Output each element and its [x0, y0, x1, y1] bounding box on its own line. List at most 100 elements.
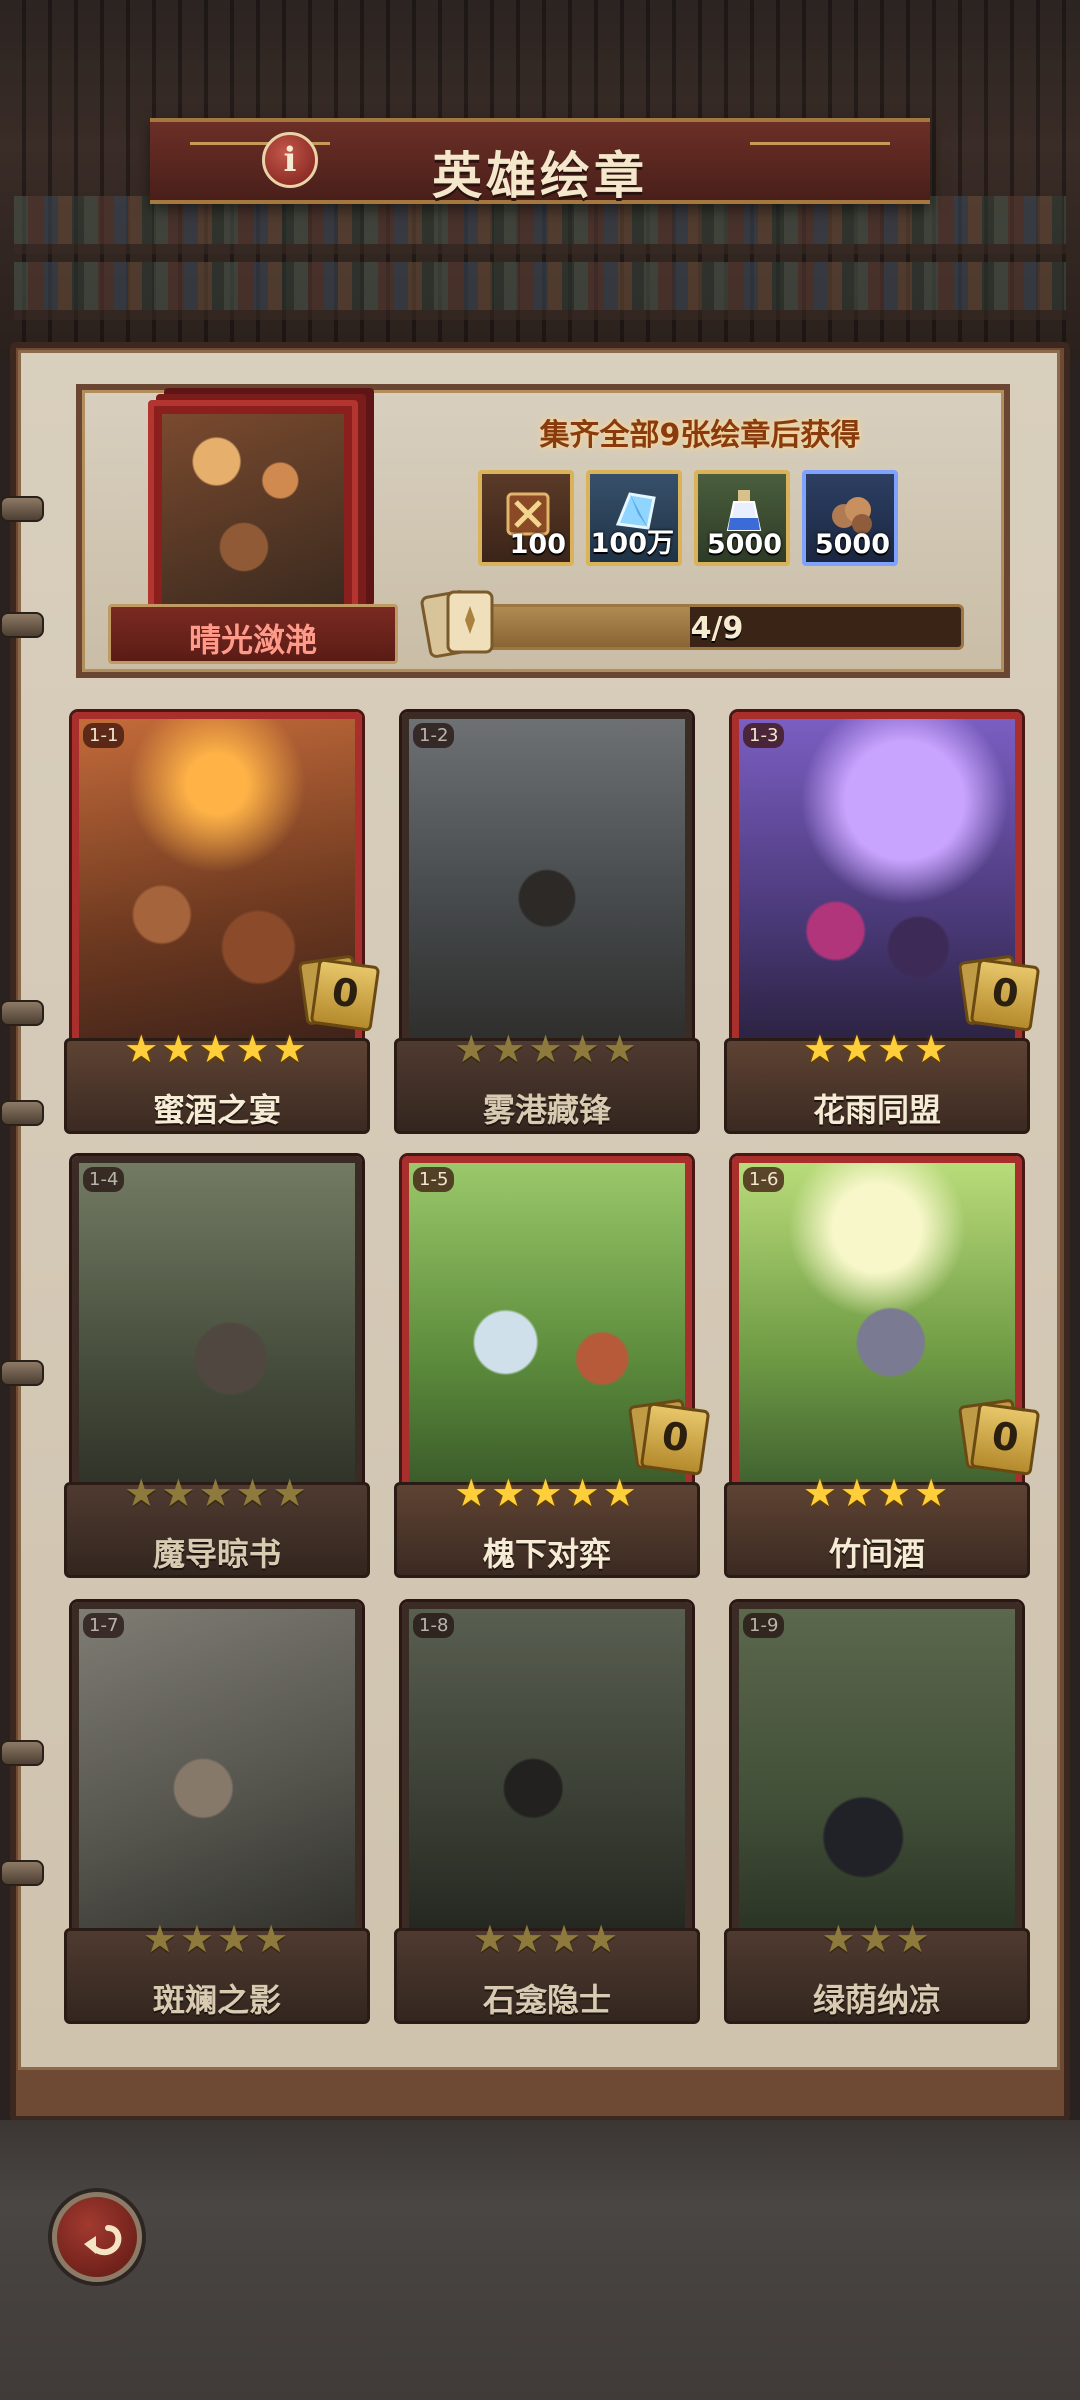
star-icon: ★ [235, 1027, 273, 1071]
binder-ring [0, 1000, 44, 1026]
reward-item[interactable]: 100 [478, 470, 574, 566]
star-icon: ★ [217, 1917, 255, 1961]
card-code: 1-9 [743, 1613, 785, 1638]
star-icon: ★ [454, 1471, 492, 1515]
card-count: 0 [329, 969, 362, 1017]
star-icon: ★ [895, 1917, 933, 1961]
card-code: 1-4 [83, 1167, 125, 1192]
star-icon: ★ [914, 1471, 952, 1515]
star-icon: ★ [272, 1027, 310, 1071]
progress-text: 4/9 [690, 611, 744, 646]
card-count: 0 [659, 1413, 692, 1461]
star-icon: ★ [454, 1027, 492, 1071]
star-icon: ★ [472, 1917, 510, 1961]
card-name-plate: ★★★ 绿荫纳凉 [724, 1917, 1030, 2024]
card-name-plate: ★★★★ 斑斓之影 [64, 1917, 370, 2024]
card-art-frame: 1-7 [72, 1602, 362, 1942]
card-count: 0 [989, 969, 1022, 1017]
hero-card[interactable]: 1-3 0 ★★★★ 花雨同盟 [724, 712, 1041, 1134]
star-rating: ★★★★ [727, 1471, 1027, 1515]
card-art-frame: 1-2 [402, 712, 692, 1052]
binder-ring [0, 1860, 44, 1886]
card-name: 蜜酒之宴 [152, 1091, 281, 1129]
card-name: 竹间酒 [828, 1535, 925, 1573]
star-icon: ★ [602, 1471, 640, 1515]
card-art-frame: 1-8 [402, 1602, 692, 1942]
star-icon: ★ [528, 1027, 566, 1071]
star-rating: ★★★★★ [67, 1027, 367, 1071]
reward-item[interactable]: 100万 [586, 470, 682, 566]
card-code: 1-6 [743, 1167, 785, 1192]
reward-amount: 100万 [590, 528, 674, 559]
star-icon: ★ [547, 1917, 585, 1961]
star-icon: ★ [914, 1027, 952, 1071]
card-name: 槐下对弈 [482, 1535, 611, 1573]
binder-ring [0, 1100, 44, 1126]
star-icon: ★ [161, 1471, 199, 1515]
star-rating: ★★★★ [727, 1027, 1027, 1071]
collection-progress-bar: 4/9 [470, 604, 964, 650]
back-arrow-icon [84, 2225, 122, 2256]
album-name-ribbon: 晴光潋滟 [108, 604, 398, 664]
card-art [409, 719, 685, 1045]
back-button[interactable] [52, 2192, 142, 2282]
star-icon: ★ [198, 1471, 236, 1515]
hero-card[interactable]: 1-8 ★★★★ 石龛隐士 [394, 1602, 700, 2024]
card-stack-icon [420, 590, 494, 658]
card-code: 1-2 [413, 723, 455, 748]
reward-title: 集齐全部9张绘章后获得 [539, 418, 861, 453]
card-art-frame: 1-4 [72, 1156, 362, 1496]
card-name-plate: ★★★★★ 雾港藏锋 [394, 1027, 700, 1134]
card-name-plate: ★★★★ 石龛隐士 [394, 1917, 700, 2024]
card-name-plate: ★★★★ 竹间酒 [724, 1471, 1030, 1578]
card-name: 魔导晾书 [152, 1535, 281, 1573]
bookshelf-row [14, 262, 1066, 320]
star-icon: ★ [839, 1027, 877, 1071]
reward-amount: 100 [509, 529, 566, 560]
star-icon: ★ [839, 1471, 877, 1515]
star-icon: ★ [509, 1917, 547, 1961]
card-count-badge: 0 [969, 1402, 1041, 1476]
reward-amount: 5000 [814, 529, 890, 560]
card-art [739, 1609, 1015, 1935]
reward-item[interactable]: 5000 [694, 470, 790, 566]
star-icon: ★ [491, 1027, 529, 1071]
hero-card[interactable]: 1-5 0 ★★★★★ 槐下对弈 [394, 1156, 711, 1578]
hero-card[interactable]: 1-7 ★★★★ 斑斓之影 [64, 1602, 370, 2024]
album-cover-image[interactable] [148, 400, 358, 618]
star-rating: ★★★★★ [397, 1471, 697, 1515]
card-count-badge: 0 [309, 958, 381, 1032]
card-code: 1-3 [743, 723, 785, 748]
hero-card[interactable]: 1-6 0 ★★★★ 竹间酒 [724, 1156, 1041, 1578]
star-icon: ★ [124, 1471, 162, 1515]
star-icon: ★ [877, 1027, 915, 1071]
card-code: 1-8 [413, 1613, 455, 1638]
card-art [79, 1609, 355, 1935]
star-icon: ★ [565, 1471, 603, 1515]
card-name: 花雨同盟 [812, 1091, 941, 1129]
star-icon: ★ [272, 1471, 310, 1515]
star-icon: ★ [565, 1027, 603, 1071]
hero-card[interactable]: 1-4 ★★★★★ 魔导晾书 [64, 1156, 370, 1578]
card-code: 1-1 [83, 723, 125, 748]
star-rating: ★★★★ [397, 1917, 697, 1961]
star-icon: ★ [179, 1917, 217, 1961]
card-name-plate: ★★★★★ 槐下对弈 [394, 1471, 700, 1578]
hero-card[interactable]: 1-2 ★★★★★ 雾港藏锋 [394, 712, 700, 1134]
card-art [79, 1163, 355, 1489]
hero-card[interactable]: 1-9 ★★★ 绿荫纳凉 [724, 1602, 1030, 2024]
info-icon[interactable]: i [262, 132, 318, 188]
star-icon: ★ [254, 1917, 292, 1961]
card-name: 斑斓之影 [152, 1981, 281, 2019]
card-name: 绿荫纳凉 [812, 1981, 941, 2019]
star-icon: ★ [161, 1027, 199, 1071]
card-count: 0 [989, 1413, 1022, 1461]
star-icon: ★ [858, 1917, 896, 1961]
card-code: 1-7 [83, 1613, 125, 1638]
album-name: 晴光潋滟 [188, 621, 317, 659]
card-count-badge: 0 [969, 958, 1041, 1032]
reward-item[interactable]: 5000 [802, 470, 898, 566]
star-rating: ★★★★★ [67, 1471, 367, 1515]
card-code: 1-5 [413, 1167, 455, 1192]
hero-card[interactable]: 1-1 0 ★★★★★ 蜜酒之宴 [64, 712, 381, 1134]
